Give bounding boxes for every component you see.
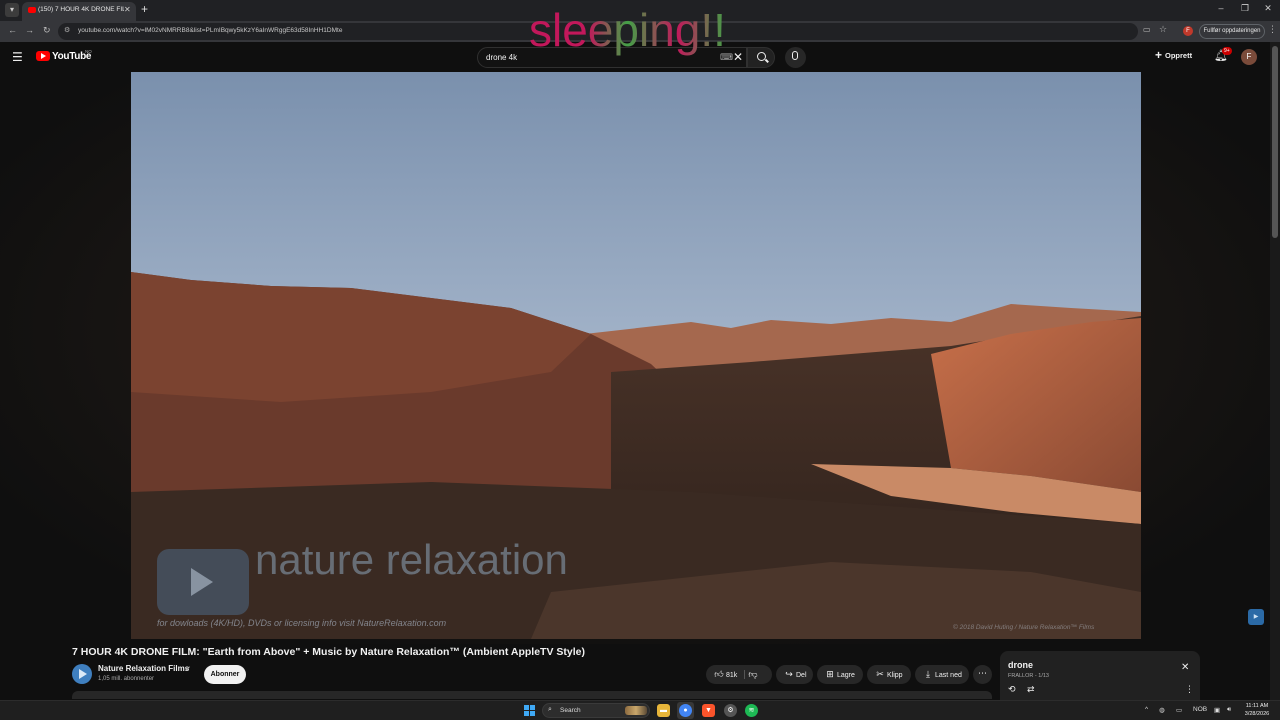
- bookmark-star-icon[interactable]: ☆: [1159, 24, 1167, 35]
- thumbs-up-icon[interactable]: 👍︎: [712, 665, 726, 684]
- spotify-icon[interactable]: ≋: [745, 704, 758, 717]
- save-label: Lagre: [837, 672, 855, 679]
- menu-icon[interactable]: ☰: [12, 50, 23, 64]
- create-label: Opprett: [1165, 51, 1193, 60]
- save-icon: ⊞: [826, 669, 834, 679]
- search-highlight-image: [625, 706, 647, 715]
- search-button[interactable]: [747, 47, 775, 68]
- microphone-icon: [792, 51, 798, 60]
- playlist-title[interactable]: drone: [1008, 660, 1033, 670]
- save-button[interactable]: ⊞ Lagre: [817, 665, 863, 684]
- taskbar-search-label: Search: [560, 707, 581, 714]
- brave-icon[interactable]: ▼: [702, 704, 715, 717]
- notification-count-badge: 9+: [1222, 47, 1232, 55]
- plus-icon: +: [1155, 48, 1163, 62]
- shuffle-icon[interactable]: ⇄: [1027, 684, 1035, 695]
- clock-date[interactable]: 3/28/2026: [1242, 711, 1272, 717]
- tray-overflow-icon[interactable]: ^: [1145, 706, 1148, 713]
- playlist-close-icon[interactable]: ✕: [1181, 662, 1189, 673]
- channel-avatar[interactable]: [72, 664, 92, 684]
- tray-flag-icon[interactable]: ▭: [1176, 706, 1182, 714]
- volume-icon[interactable]: 🔊︎: [1227, 706, 1231, 714]
- play-icon: [191, 568, 213, 596]
- playlist-subtitle: FRALLOR - 1/13: [1008, 673, 1049, 679]
- search-icon: [757, 52, 766, 61]
- more-actions-button[interactable]: ⋯: [973, 665, 992, 684]
- windows-start-icon[interactable]: [524, 705, 535, 716]
- taskbar-search[interactable]: ⌕ Search: [542, 703, 650, 718]
- playlist-more-icon[interactable]: ⋮: [1185, 684, 1194, 695]
- chrome-icon[interactable]: ●: [679, 704, 692, 717]
- youtube-logo-icon[interactable]: [36, 51, 50, 61]
- minimize-icon[interactable]: –: [1212, 3, 1230, 13]
- video-title: 7 HOUR 4K DRONE FILM: "Earth from Above"…: [72, 646, 585, 658]
- watermark-subtitle: for dowloads (4K/HD), DVDs or licensing …: [157, 618, 447, 628]
- like-count[interactable]: 81k: [726, 672, 737, 679]
- tab-close-icon[interactable]: ✕: [124, 5, 131, 14]
- back-icon[interactable]: ←: [8, 25, 17, 35]
- forward-icon[interactable]: →: [25, 25, 34, 35]
- clip-label: Klipp: [887, 672, 903, 679]
- restore-icon[interactable]: ❐: [1236, 3, 1254, 14]
- verified-check-icon: ✔: [185, 666, 191, 673]
- watermark-copyright: © 2018 David Huting / Nature Relaxation™…: [953, 624, 1095, 631]
- clock-time[interactable]: 11:11 AM: [1242, 703, 1272, 709]
- tray-app-icon[interactable]: ◍: [1159, 706, 1165, 714]
- loop-icon[interactable]: ⟲: [1008, 684, 1016, 695]
- search-icon: ⌕: [548, 706, 552, 713]
- browser-menu-icon[interactable]: ⋮: [1268, 24, 1277, 35]
- scrollbar-thumb[interactable]: [1272, 46, 1278, 238]
- channel-branding-icon[interactable]: ▶: [1248, 609, 1264, 625]
- window-close-icon[interactable]: ✕: [1259, 3, 1277, 14]
- settings-app-icon[interactable]: ⚙: [724, 704, 737, 717]
- browser-profile-icon[interactable]: F: [1183, 26, 1193, 36]
- youtube-favicon-icon: [28, 7, 36, 13]
- file-explorer-icon[interactable]: ▬: [657, 704, 670, 717]
- voice-search-button[interactable]: [785, 47, 806, 68]
- share-button[interactable]: ↪ Del: [776, 665, 813, 684]
- subscribe-button[interactable]: Abonner: [204, 665, 246, 684]
- tab-title: (150) 7 HOUR 4K DRONE FILM: [38, 6, 124, 13]
- description-box[interactable]: [72, 691, 992, 699]
- playlist-panel: drone FRALLOR - 1/13 ✕ ⟲ ⇄ ⋮: [1000, 651, 1200, 701]
- watermark-title: nature relaxation: [255, 536, 568, 583]
- video-player[interactable]: nature relaxation for dowloads (4K/HD), …: [131, 72, 1141, 639]
- search-query: drone 4k: [486, 53, 518, 62]
- url-text: youtube.com/watch?v=lM02vNMRRB8&list=PLm…: [78, 27, 343, 34]
- taskbar: ⌕ Search ▬ ● ▼ ⚙ ≋ ^ ◍ ▭ NOB ▣ 🔊︎ 11:11 …: [0, 700, 1280, 720]
- update-browser-button[interactable]: Fullfør oppdateringen: [1199, 24, 1265, 39]
- site-info-icon[interactable]: ⚙: [64, 26, 70, 34]
- reload-icon[interactable]: ↻: [43, 25, 51, 36]
- clip-button[interactable]: ✂ Klipp: [867, 665, 911, 684]
- cast-icon[interactable]: ▭: [1143, 25, 1151, 34]
- subscriber-count: 1,05 mill. abonnenter: [98, 676, 155, 682]
- share-icon: ↪: [785, 669, 793, 679]
- region-code: NO: [85, 49, 92, 54]
- clear-search-icon[interactable]: ✕: [733, 50, 743, 64]
- tab-search-menu-icon[interactable]: ▾: [5, 3, 19, 17]
- language-indicator[interactable]: NOB: [1193, 706, 1207, 713]
- download-label: Last ned: [935, 672, 962, 679]
- browser-tab-active[interactable]: (150) 7 HOUR 4K DRONE FILM ✕: [22, 2, 136, 21]
- watermark-logo-icon: [157, 549, 249, 615]
- download-button[interactable]: ⤓ Last ned: [915, 665, 969, 684]
- scissors-icon: ✂: [876, 669, 884, 679]
- create-button[interactable]: + Opprett: [1155, 48, 1192, 66]
- thumbs-down-icon[interactable]: 👎︎: [746, 665, 760, 684]
- new-tab-icon[interactable]: +: [141, 2, 148, 16]
- share-label: Del: [796, 672, 807, 679]
- account-avatar[interactable]: F: [1241, 49, 1257, 65]
- like-divider: [744, 670, 745, 679]
- download-icon: ⤓: [926, 669, 930, 679]
- overlay-text: sleeping!!: [529, 4, 726, 56]
- page-scrollbar[interactable]: [1270, 42, 1280, 700]
- network-icon[interactable]: ▣: [1214, 706, 1220, 714]
- channel-name[interactable]: Nature Relaxation Films: [98, 664, 189, 673]
- like-dislike-group: 👍︎ 81k 👎︎: [706, 665, 772, 684]
